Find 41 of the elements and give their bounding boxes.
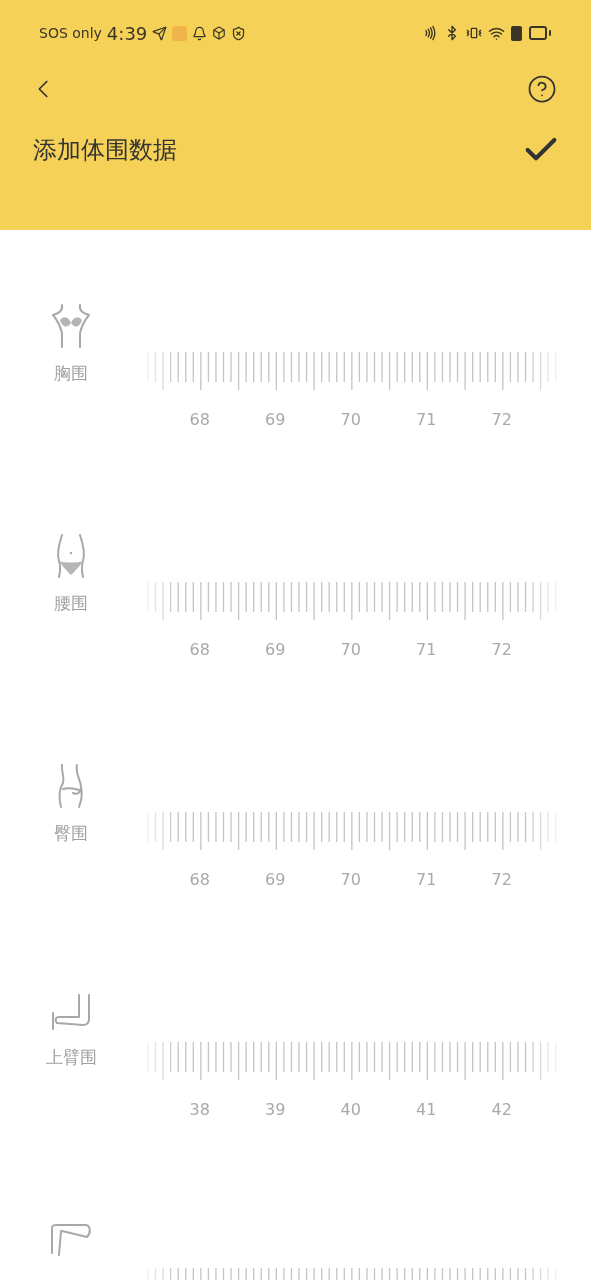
ruler-scale[interactable] bbox=[147, 582, 557, 620]
arm-icon bbox=[49, 993, 93, 1033]
measurement-label: 臀围 bbox=[54, 822, 88, 845]
ruler-scale[interactable] bbox=[147, 812, 557, 850]
page-title: 添加体围数据 bbox=[33, 135, 177, 166]
shield-icon bbox=[231, 25, 247, 41]
ruler-value: 40 bbox=[339, 1099, 362, 1121]
ruler-value: 69 bbox=[264, 869, 287, 891]
help-icon[interactable] bbox=[527, 74, 557, 104]
ruler-value: 41 bbox=[415, 1099, 438, 1121]
ruler-value: 70 bbox=[339, 639, 362, 661]
ruler-value: 39 bbox=[264, 1099, 287, 1121]
clock-text: 4:39 bbox=[106, 21, 148, 46]
bell-icon bbox=[192, 25, 208, 41]
box-icon bbox=[212, 26, 227, 40]
measurement-label: 腰围 bbox=[54, 592, 88, 615]
ruler-value: 70 bbox=[339, 869, 362, 891]
send-icon bbox=[152, 25, 168, 41]
ruler-scale[interactable] bbox=[147, 352, 557, 390]
ruler-value: 42 bbox=[490, 1099, 513, 1121]
ruler-value: 72 bbox=[490, 409, 513, 431]
chest-icon bbox=[50, 303, 92, 349]
ruler-value: 71 bbox=[415, 869, 438, 891]
ruler-value: 68 bbox=[188, 869, 211, 891]
ruler-value: 72 bbox=[490, 869, 513, 891]
measurement-label: 胸围 bbox=[54, 362, 88, 385]
ruler-scale[interactable] bbox=[147, 1042, 557, 1080]
nfc-icon bbox=[422, 25, 438, 41]
carrier-text: SOS only bbox=[39, 23, 102, 43]
ruler-value: 69 bbox=[264, 409, 287, 431]
ruler-value: 68 bbox=[188, 639, 211, 661]
measurement-label: 上臂围 bbox=[45, 1046, 97, 1069]
ruler-value: 72 bbox=[490, 639, 513, 661]
ruler-value: 68 bbox=[188, 409, 211, 431]
ruler-value: 71 bbox=[415, 409, 438, 431]
vibrate-icon bbox=[466, 25, 482, 41]
ruler-value: 71 bbox=[415, 639, 438, 661]
ruler-value: 69 bbox=[264, 639, 287, 661]
ruler-value: 70 bbox=[339, 409, 362, 431]
ruler-value: 38 bbox=[188, 1099, 211, 1121]
leg-icon bbox=[49, 1223, 93, 1257]
